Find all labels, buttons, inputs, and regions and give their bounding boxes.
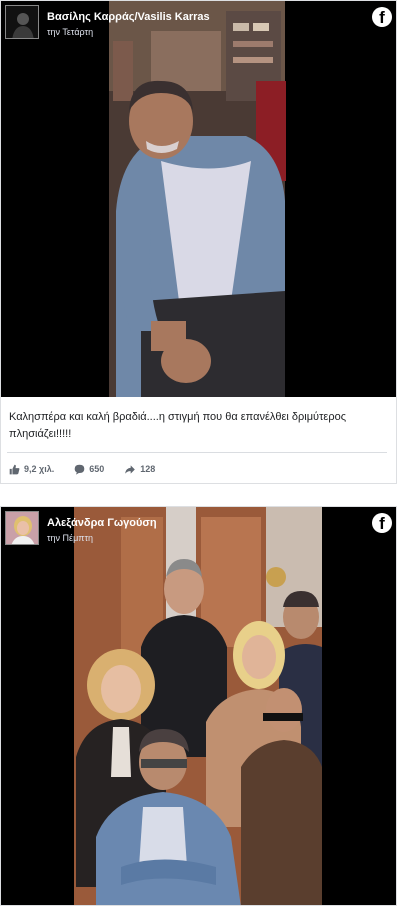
post-time[interactable]: την Τετάρτη	[47, 27, 93, 37]
post-header: Βασίλης Καρράς/Vasilis Karras την Τετάρτ…	[1, 1, 396, 47]
avatar[interactable]	[5, 511, 39, 545]
comment-icon	[74, 464, 85, 475]
avatar[interactable]	[5, 5, 39, 39]
comments-stat[interactable]: 650	[74, 464, 104, 475]
author-name[interactable]: Βασίλης Καρράς/Vasilis Karras	[47, 11, 210, 23]
avatar-image	[6, 6, 38, 38]
post-caption: Καλησπέρα και καλή βραδιά....η στιγμή πο…	[9, 411, 346, 440]
post-photo[interactable]	[1, 1, 396, 397]
facebook-post-1: Βασίλης Καρράς/Vasilis Karras την Τετάρτ…	[0, 0, 397, 484]
facebook-post-2: Αλεξάνδρα Γωγούση την Πέμπτη f	[0, 506, 397, 906]
likes-stat[interactable]: 9,2 χιλ.	[9, 464, 54, 475]
photo-man-seated	[1, 1, 396, 397]
comments-count: 650	[89, 464, 105, 474]
author-name[interactable]: Αλεξάνδρα Γωγούση	[47, 517, 157, 529]
thumbs-up-icon	[9, 464, 20, 474]
divider	[7, 452, 387, 453]
post-header: Αλεξάνδρα Γωγούση την Πέμπτη f	[1, 507, 396, 553]
likes-count: 9,2 χιλ.	[24, 464, 55, 474]
facebook-logo-icon[interactable]: f	[372, 7, 392, 27]
facebook-logo-icon[interactable]: f	[372, 513, 392, 533]
shares-count: 128	[140, 464, 156, 474]
post-time[interactable]: την Πέμπτη	[47, 533, 93, 543]
post-photo[interactable]	[1, 507, 396, 905]
post-stats: 9,2 χιλ. 650 128	[9, 462, 175, 476]
shares-stat[interactable]: 128	[124, 464, 155, 475]
avatar-image	[6, 512, 38, 544]
photo-group	[1, 507, 396, 905]
share-arrow-icon	[125, 464, 136, 474]
